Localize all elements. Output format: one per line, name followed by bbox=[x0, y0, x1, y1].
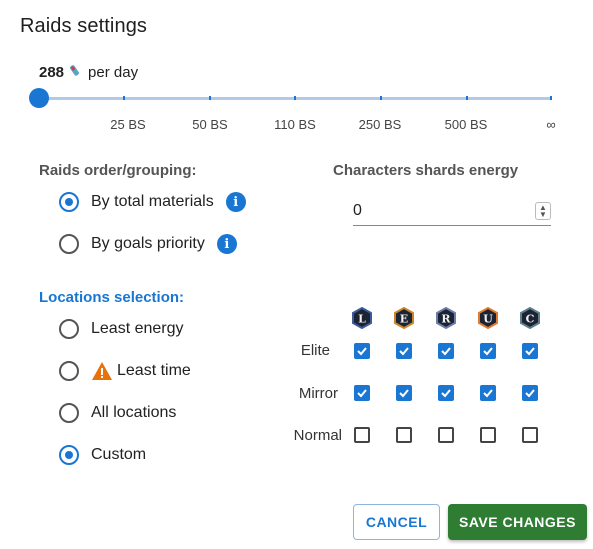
radio-label: Least energy bbox=[91, 320, 184, 337]
radio-label: By goals priority bbox=[91, 235, 205, 252]
slider-tick-label: 25 BS bbox=[110, 117, 146, 132]
slider-tick bbox=[466, 96, 468, 100]
slider-tick bbox=[550, 96, 552, 100]
check-icon bbox=[525, 389, 535, 398]
check-icon bbox=[357, 389, 367, 398]
radio-button[interactable] bbox=[59, 319, 79, 339]
check-icon bbox=[357, 347, 367, 356]
checkbox-normal-u[interactable] bbox=[480, 427, 496, 443]
slider-tick-label: 500 BS bbox=[444, 117, 488, 132]
radio-button[interactable] bbox=[59, 192, 79, 212]
radio-by-goals-priority[interactable]: By goals priority i bbox=[59, 234, 237, 254]
checkbox-mirror-r[interactable] bbox=[438, 385, 454, 401]
radio-label: By total materials bbox=[91, 193, 214, 210]
check-icon bbox=[399, 389, 409, 398]
checkbox-mirror-l[interactable] bbox=[354, 385, 370, 401]
radio-label: All locations bbox=[91, 404, 177, 421]
slider-tick-label: 110 BS bbox=[274, 117, 316, 132]
rank-letter: R bbox=[441, 313, 451, 326]
checkbox-elite-e[interactable] bbox=[396, 343, 412, 359]
slider-tick bbox=[123, 96, 125, 100]
rank-letter: U bbox=[483, 313, 493, 326]
shards-energy-value: 0 bbox=[353, 202, 362, 219]
slider-tick-label: ∞ bbox=[546, 117, 556, 132]
energy-slider-thumb[interactable] bbox=[29, 88, 49, 108]
check-icon bbox=[399, 347, 409, 356]
rank-icon-e: E bbox=[393, 306, 415, 334]
radio-least-energy[interactable]: Least energy bbox=[59, 319, 184, 339]
energy-suffix: per day bbox=[88, 63, 139, 81]
grouping-label: Raids order/grouping: bbox=[39, 162, 197, 179]
warning-icon bbox=[92, 362, 112, 380]
rank-icon-u: U bbox=[477, 306, 499, 334]
check-icon bbox=[483, 347, 493, 356]
cancel-button[interactable]: CANCEL bbox=[353, 504, 440, 540]
radio-button[interactable] bbox=[59, 361, 79, 381]
row-label-mirror: Mirror bbox=[298, 385, 338, 402]
dialog-title: Raids settings bbox=[20, 15, 148, 37]
check-icon bbox=[525, 347, 535, 356]
radio-button[interactable] bbox=[59, 234, 79, 254]
checkbox-normal-r[interactable] bbox=[438, 427, 454, 443]
checkbox-elite-r[interactable] bbox=[438, 343, 454, 359]
locations-label: Locations selection: bbox=[39, 289, 185, 306]
slider-tick bbox=[380, 96, 382, 100]
energy-per-day: 288 per day bbox=[39, 63, 138, 81]
checkbox-normal-c[interactable] bbox=[522, 427, 538, 443]
slider-tick bbox=[294, 96, 296, 100]
slider-tick-label: 250 BS bbox=[358, 117, 402, 132]
radio-by-total-materials[interactable]: By total materials i bbox=[59, 192, 246, 212]
energy-value: 288 bbox=[39, 63, 65, 81]
rank-icon-l: L bbox=[351, 306, 373, 334]
checkbox-normal-l[interactable] bbox=[354, 427, 370, 443]
radio-custom[interactable]: Custom bbox=[59, 445, 146, 465]
radio-button[interactable] bbox=[59, 445, 79, 465]
rank-icon-r: R bbox=[435, 306, 457, 334]
checkbox-mirror-u[interactable] bbox=[480, 385, 496, 401]
rank-letter: C bbox=[526, 313, 535, 326]
check-icon bbox=[483, 389, 493, 398]
number-stepper-icon[interactable]: ▲ ▼ bbox=[535, 202, 551, 220]
row-label-elite: Elite bbox=[300, 342, 330, 359]
checkbox-elite-u[interactable] bbox=[480, 343, 496, 359]
shards-energy-input[interactable]: 0 ▲ ▼ bbox=[353, 197, 551, 226]
checkbox-elite-l[interactable] bbox=[354, 343, 370, 359]
info-icon[interactable]: i bbox=[225, 192, 246, 212]
info-icon[interactable]: i bbox=[216, 234, 237, 254]
slider-tick bbox=[209, 96, 211, 100]
slider-tick-label: 50 BS bbox=[192, 117, 228, 132]
row-label-normal: Normal bbox=[293, 427, 342, 444]
rank-letter: E bbox=[400, 313, 408, 326]
rank-letter: L bbox=[358, 313, 366, 326]
radio-all-locations[interactable]: All locations bbox=[59, 403, 176, 423]
checkbox-mirror-e[interactable] bbox=[396, 385, 412, 401]
radio-least-time[interactable]: Least time bbox=[59, 361, 191, 381]
check-icon bbox=[441, 347, 451, 356]
check-icon bbox=[441, 389, 451, 398]
shards-energy-label: Characters shards energy bbox=[333, 162, 519, 179]
save-changes-button[interactable]: SAVE CHANGES bbox=[448, 504, 587, 540]
radio-button[interactable] bbox=[59, 403, 79, 423]
radio-label: Least time bbox=[117, 362, 191, 379]
energy-icon bbox=[69, 63, 83, 81]
checkbox-elite-c[interactable] bbox=[522, 343, 538, 359]
rank-icon-c: C bbox=[519, 306, 541, 334]
checkbox-mirror-c[interactable] bbox=[522, 385, 538, 401]
checkbox-normal-e[interactable] bbox=[396, 427, 412, 443]
radio-label: Custom bbox=[91, 446, 147, 463]
